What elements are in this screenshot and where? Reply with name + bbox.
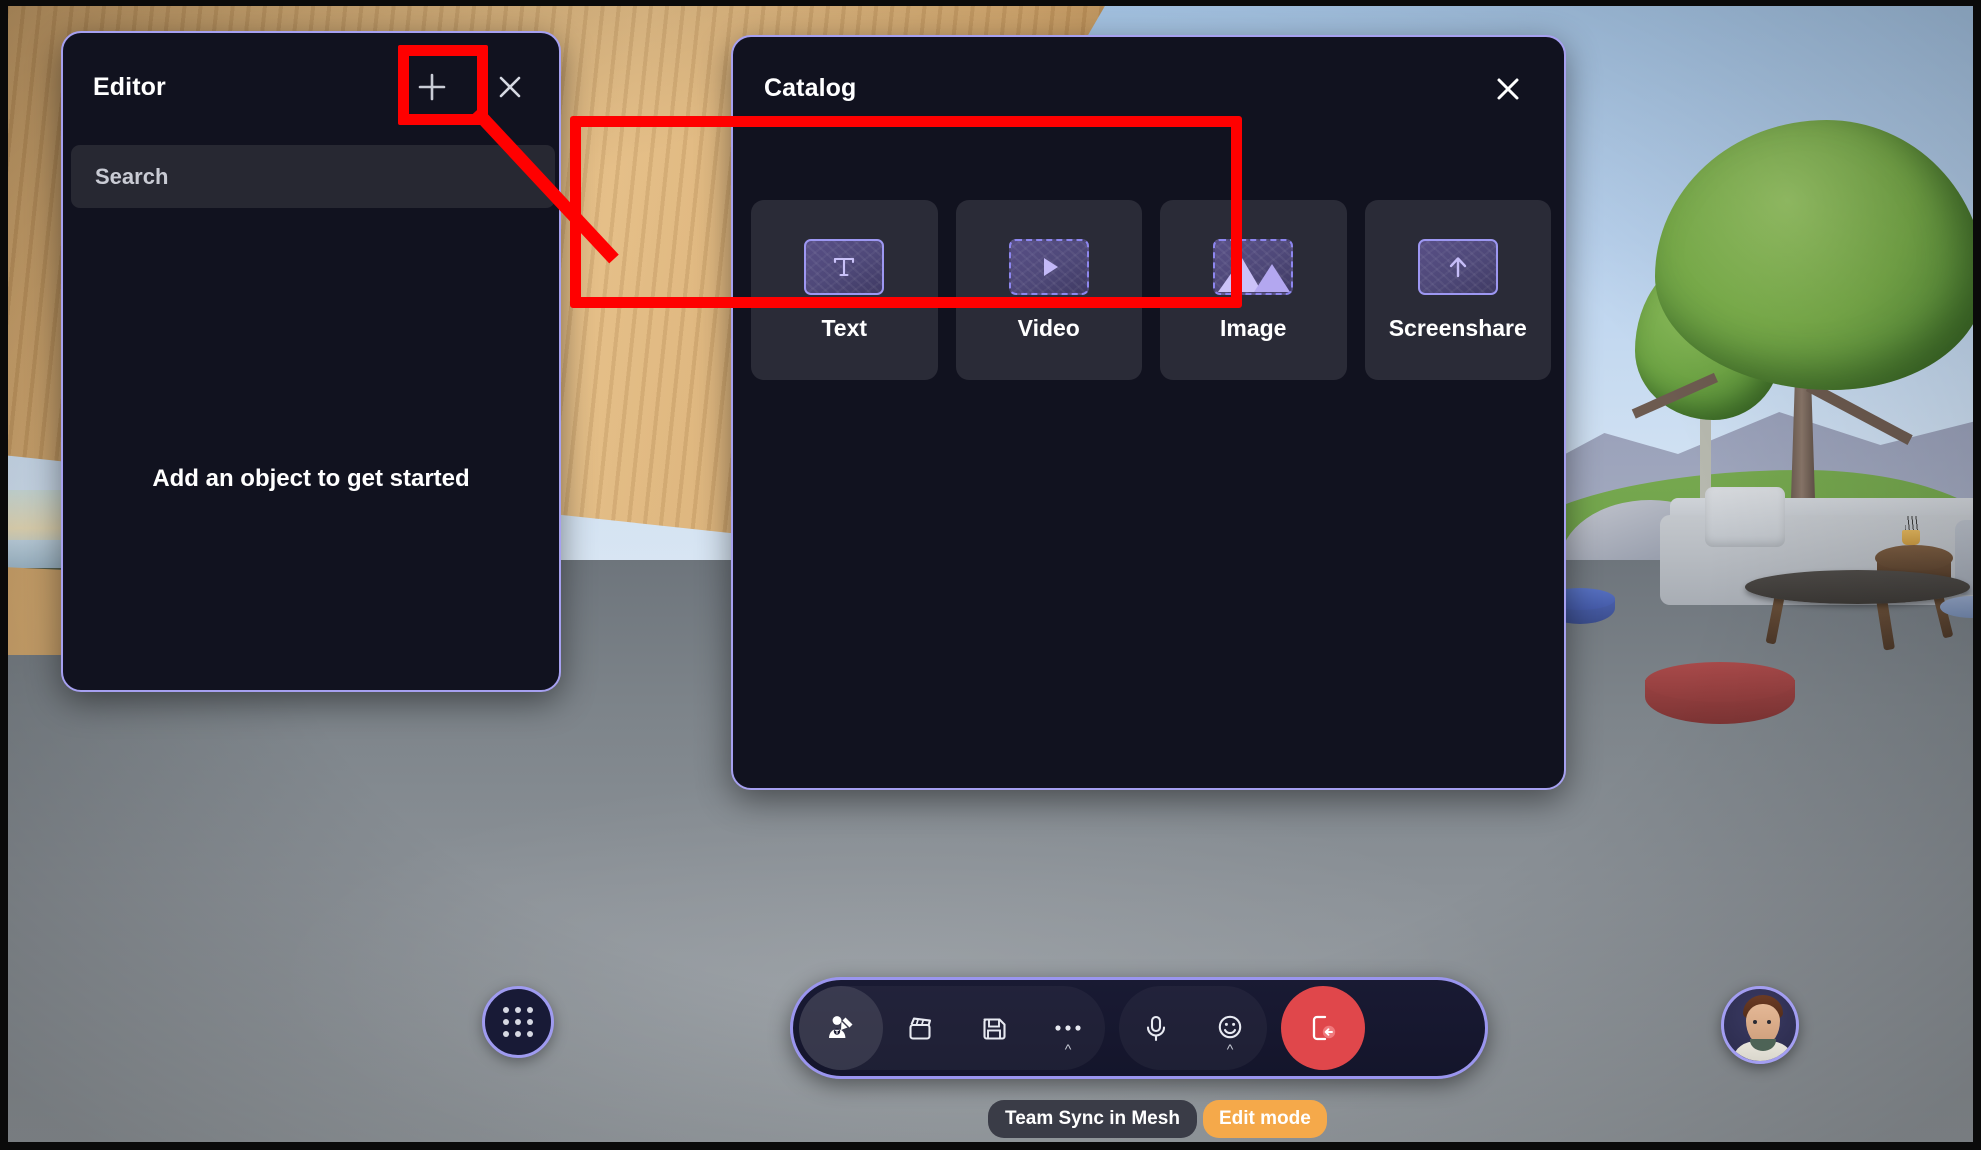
catalog-item-label: Video (1017, 314, 1080, 341)
catalog-title: Catalog (764, 74, 857, 102)
avatar-eye (1753, 1020, 1757, 1024)
edit-mode-button[interactable] (799, 986, 883, 1070)
emoji-smile-icon (1218, 1015, 1242, 1039)
more-options-button[interactable]: ^ (1031, 986, 1105, 1070)
editor-title: Editor (93, 72, 166, 101)
side-table-top (1875, 545, 1953, 571)
catalog-item-label: Text (821, 314, 868, 341)
app-screen: Editor Search Add an object to get start… (0, 0, 1981, 1150)
editor-empty-state-text: Add an object to get started (152, 465, 470, 492)
editor-close-button[interactable] (487, 64, 533, 110)
avatar-eye (1767, 1020, 1771, 1024)
play-icon (1008, 238, 1089, 295)
catalog-panel: Catalog Text Video Image Screenshare (731, 35, 1566, 790)
toolbar-group-right: ^ (1119, 986, 1267, 1070)
grid-apps-icon (503, 1007, 533, 1037)
catalog-item-image[interactable]: Image (1160, 200, 1347, 380)
meeting-name-label: Team Sync in Mesh (988, 1100, 1197, 1138)
add-object-button[interactable] (409, 64, 455, 110)
catalog-item-screenshare[interactable]: Screenshare (1364, 200, 1551, 380)
editor-header-actions (409, 64, 533, 110)
chevron-up-icon: ^ (1064, 1041, 1072, 1057)
arrow-up-icon (1417, 238, 1498, 295)
status-bar: Team Sync in Mesh Edit mode (988, 1100, 1327, 1138)
toolbar-group-left: ^ (799, 986, 1105, 1070)
catalog-items-grid: Text Video Image Screenshare (751, 200, 1551, 380)
catalog-header: Catalog (733, 37, 1564, 140)
chevron-up-icon: ^ (1226, 1041, 1234, 1057)
person-edit-icon (829, 1016, 853, 1038)
reactions-button[interactable]: ^ (1193, 986, 1267, 1070)
editor-header: Editor (63, 33, 559, 141)
clapperboard-icon (909, 1017, 932, 1040)
leave-call-icon (1312, 1015, 1336, 1041)
coffee-table-top (1745, 570, 1970, 604)
edit-mode-badge: Edit mode (1202, 1100, 1327, 1138)
microphone-icon (1146, 1015, 1166, 1042)
apps-grid-button[interactable] (482, 986, 554, 1058)
catalog-item-label: Image (1220, 314, 1287, 341)
catalog-close-button[interactable] (1485, 66, 1531, 112)
meeting-toolbar: ^ ^ (790, 977, 1488, 1079)
image-mountain-icon (1213, 238, 1294, 295)
search-placeholder: Search (95, 163, 169, 189)
avatar-face (1746, 1004, 1780, 1044)
user-avatar[interactable] (1721, 986, 1799, 1064)
cup (1902, 530, 1920, 545)
search-input[interactable]: Search (71, 145, 555, 208)
catalog-item-text[interactable]: Text (751, 200, 938, 380)
save-button[interactable] (957, 986, 1031, 1070)
more-dots-icon (1055, 1025, 1081, 1031)
leave-call-button[interactable] (1281, 986, 1365, 1070)
editor-panel: Editor Search Add an object to get start… (61, 31, 561, 692)
red-ottoman-top (1645, 662, 1795, 702)
catalog-item-video[interactable]: Video (955, 200, 1142, 380)
save-disk-icon (983, 1018, 1006, 1040)
microphone-button[interactable] (1119, 986, 1193, 1070)
sofa-cushion (1705, 487, 1785, 547)
catalog-item-label: Screenshare (1388, 314, 1527, 341)
clapperboard-button[interactable] (883, 986, 957, 1070)
catalog-header-actions (1485, 66, 1531, 112)
text-icon (804, 238, 885, 295)
